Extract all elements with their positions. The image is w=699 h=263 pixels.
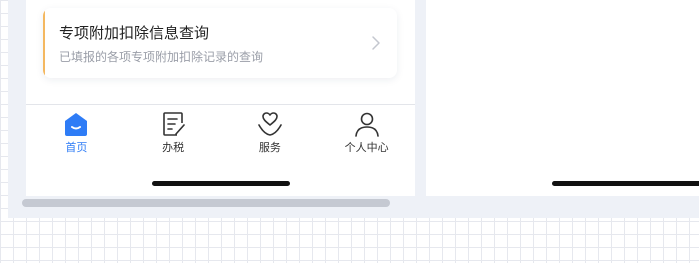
tab-profile-label: 个人中心 [344, 141, 389, 154]
tab-service[interactable]: 服务 [222, 110, 319, 158]
bottom-tab-bar: 首页 办税 服务 个人中心 [26, 110, 415, 158]
card-subtitle: 已填报的各项专项附加扣除记录的查询 [59, 50, 264, 64]
card-accent-bar [43, 8, 45, 78]
tab-tax-label: 办税 [162, 141, 185, 154]
canvas-workspace: 专项附加扣除信息查询 已填报的各项专项附加扣除记录的查询 首页 办税 服务 个人… [8, 0, 699, 218]
tax-form-icon [163, 112, 185, 136]
tab-profile[interactable]: 个人中心 [318, 110, 415, 158]
chevron-right-icon [372, 36, 380, 50]
home-icon [65, 113, 88, 136]
heart-hand-icon [258, 112, 282, 136]
home-indicator [152, 181, 290, 186]
tab-home[interactable]: 首页 [28, 110, 125, 158]
deduction-query-card[interactable]: 专项附加扣除信息查询 已填报的各项专项附加扣除记录的查询 [43, 8, 397, 78]
tab-home-label: 首页 [65, 141, 88, 154]
tabbar-divider [26, 104, 415, 105]
tab-tax[interactable]: 办税 [125, 110, 222, 158]
phone-preview-left: 专项附加扣除信息查询 已填报的各项专项附加扣除记录的查询 首页 办税 服务 个人… [26, 0, 415, 196]
person-icon [354, 112, 379, 137]
card-title: 专项附加扣除信息查询 [59, 24, 210, 42]
phone-preview-right [426, 0, 699, 196]
tab-service-label: 服务 [258, 141, 281, 154]
horizontal-scrollbar-thumb[interactable] [22, 199, 390, 207]
home-indicator [552, 181, 699, 186]
